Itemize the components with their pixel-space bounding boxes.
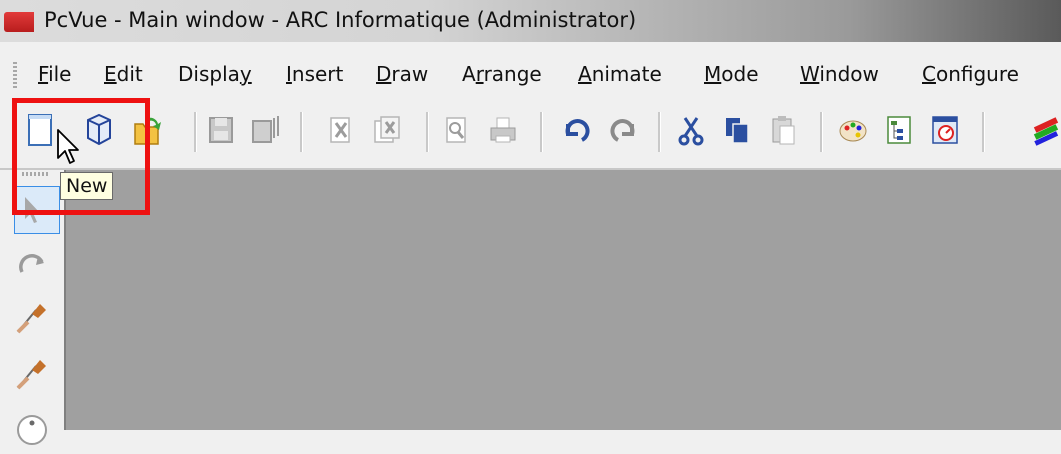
new-symbol-icon[interactable] — [84, 110, 114, 150]
mouse-cursor-icon — [57, 129, 79, 164]
application-explorer-icon[interactable] — [1030, 110, 1060, 150]
toolbar-separator — [426, 112, 429, 152]
menu-configure[interactable]: Configure — [922, 62, 1019, 86]
new-document-icon[interactable] — [26, 110, 56, 150]
selection-tool-button[interactable] — [14, 186, 60, 234]
menu-display[interactable]: Display — [178, 62, 252, 86]
main-toolbar — [0, 100, 1061, 170]
menu-grip[interactable] — [13, 62, 17, 90]
menu-draw[interactable]: Draw — [376, 62, 428, 86]
mimic-window-icon[interactable] — [930, 110, 960, 150]
paste-icon[interactable] — [768, 110, 798, 150]
menu-arrange[interactable]: Arrange — [462, 62, 542, 86]
toolbar-grip[interactable] — [22, 172, 50, 176]
save-all-icon[interactable] — [250, 110, 280, 150]
open-folder-icon[interactable] — [132, 110, 162, 150]
new-tooltip: New — [60, 172, 114, 200]
print-icon[interactable] — [488, 110, 518, 150]
info-icon[interactable] — [14, 408, 50, 450]
save-icon[interactable] — [206, 110, 236, 150]
configuration-explorer-icon[interactable] — [884, 110, 914, 150]
app-icon — [4, 12, 34, 32]
pipette-icon[interactable] — [14, 294, 50, 336]
rotate-icon[interactable] — [14, 244, 50, 286]
workspace-area[interactable] — [66, 170, 1061, 430]
title-bar: PcVue - Main window - ARC Informatique (… — [0, 0, 1061, 42]
color-palette-icon[interactable] — [838, 110, 868, 150]
menu-bar: File Edit Display Insert Draw Arrange An… — [0, 58, 1061, 96]
menu-insert[interactable]: Insert — [286, 62, 343, 86]
pipette-apply-icon[interactable] — [14, 350, 50, 392]
window-title: PcVue - Main window - ARC Informatique (… — [44, 8, 637, 32]
toolbar-separator — [820, 112, 823, 152]
undo-icon[interactable] — [562, 110, 592, 150]
menu-mode[interactable]: Mode — [704, 62, 759, 86]
toolbar-separator — [540, 112, 543, 152]
pointer-arrow-icon — [25, 197, 40, 223]
menu-edit[interactable]: Edit — [104, 62, 143, 86]
close-all-icon[interactable] — [372, 110, 402, 150]
redo-icon[interactable] — [608, 110, 638, 150]
cut-icon[interactable] — [676, 110, 706, 150]
toolbar-separator — [658, 112, 661, 152]
print-preview-icon[interactable] — [442, 110, 472, 150]
toolbar-separator — [982, 112, 985, 152]
toolbar-separator — [194, 112, 197, 152]
close-document-icon[interactable] — [326, 110, 356, 150]
copy-icon[interactable] — [722, 110, 752, 150]
menu-file[interactable]: File — [38, 62, 71, 86]
toolbar-separator — [300, 112, 303, 152]
menu-window[interactable]: Window — [800, 62, 879, 86]
menu-animate[interactable]: Animate — [578, 62, 662, 86]
